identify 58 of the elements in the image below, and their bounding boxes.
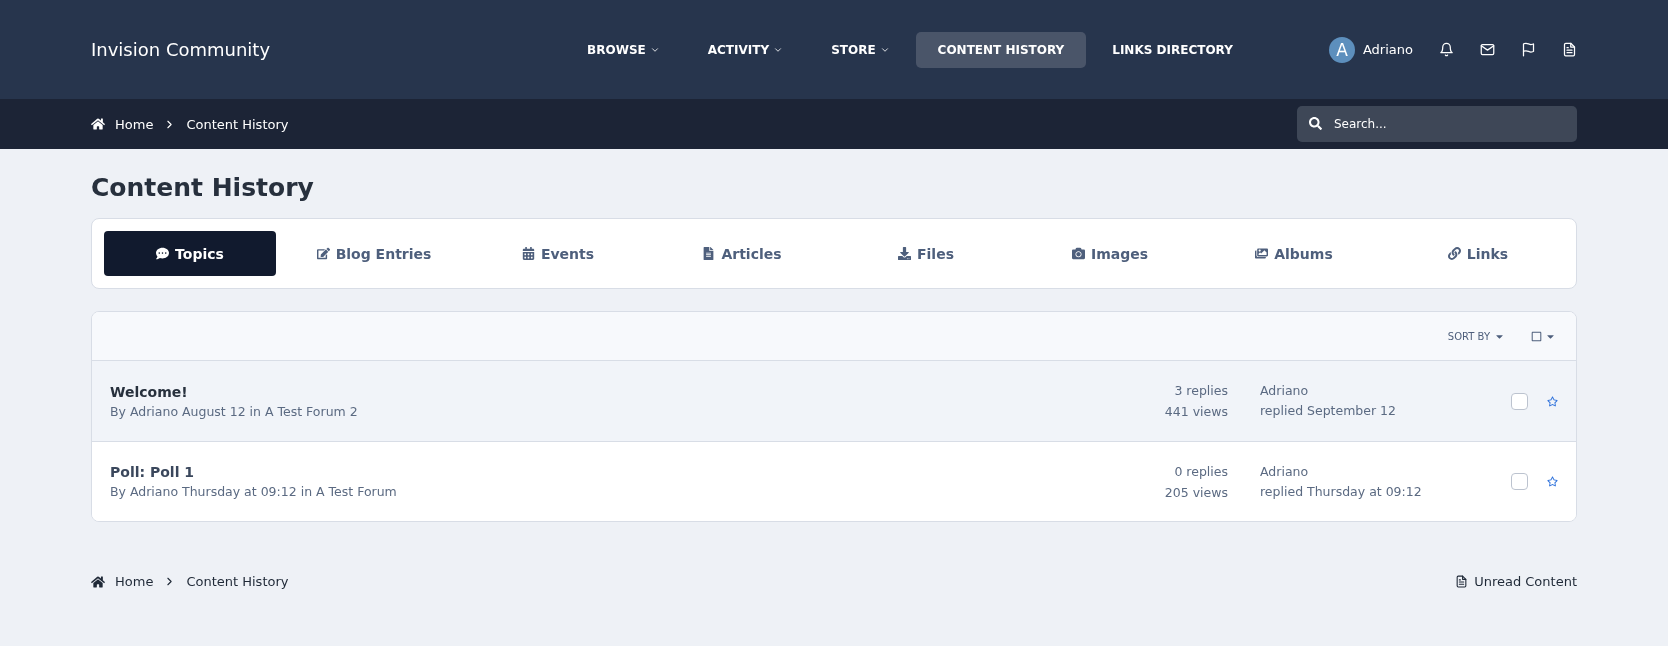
breadcrumb-link[interactable]: Home [115, 574, 154, 589]
topic-meta: By Adriano Thursday at 09:12 in A Test Forum [110, 484, 398, 499]
document-icon [702, 247, 716, 260]
topic-meta: By Adriano August 12 in A Test Forum 2 [110, 403, 359, 419]
breadcrumb-link[interactable]: Content History [186, 574, 289, 589]
content-tab[interactable]: Links [1392, 231, 1564, 276]
document-icon [1455, 575, 1469, 588]
speech-bubble-icon [156, 247, 170, 260]
envelope-icon[interactable] [1480, 42, 1495, 57]
search-icon [1309, 117, 1322, 130]
view-count: 205 views [1163, 483, 1228, 502]
select-all-menu[interactable] [1531, 330, 1556, 342]
nav-tab[interactable]: BROWSE [565, 31, 682, 68]
user-avatar: A [1328, 36, 1355, 63]
nav-tab[interactable]: STORE [809, 31, 912, 68]
flag-icon[interactable] [1521, 42, 1536, 57]
content-tab[interactable]: Events [472, 231, 644, 276]
content-tab[interactable]: Topics [104, 231, 276, 276]
view-count: 441 views [1163, 403, 1228, 421]
topic-title[interactable]: Welcome! [110, 383, 1088, 400]
sort-menu[interactable]: SORT BY [1447, 330, 1505, 342]
nav-tab[interactable]: LINKS DIRECTORY [1090, 31, 1255, 68]
unread-content-link[interactable]: Unread Content [1455, 574, 1577, 589]
content-tab[interactable]: Blog Entries [288, 231, 460, 276]
topic-title[interactable]: Poll: Poll 1 [110, 464, 1088, 480]
home-icon [91, 117, 105, 131]
checkbox-icon [1531, 330, 1542, 342]
page-title: Content History [91, 173, 315, 202]
breadcrumb-link[interactable]: Content History [186, 116, 289, 132]
content-tab[interactable]: Files [840, 231, 1012, 276]
last-poster: Adriano [1260, 382, 1310, 400]
content-tab[interactable]: Articles [656, 231, 828, 276]
last-reply-time: replied Thursday at 09:12 [1260, 482, 1423, 501]
pictures-icon [1255, 247, 1269, 260]
reply-count: 0 replies [1173, 462, 1228, 481]
content-tab[interactable]: Albums [1208, 231, 1380, 276]
bell-icon[interactable] [1439, 42, 1454, 57]
calendar-icon [521, 247, 535, 260]
row-checkbox[interactable] [1511, 473, 1528, 490]
home-icon [91, 574, 105, 589]
nav-tab[interactable]: CONTENT HISTORY [915, 31, 1087, 68]
site-title[interactable]: Invision Community [91, 39, 411, 60]
download-icon [898, 247, 911, 260]
nav-tab[interactable]: ACTIVITY [685, 31, 806, 68]
user-menu[interactable]: A Adriano [1328, 36, 1413, 63]
reply-count: 3 replies [1173, 382, 1228, 400]
star-icon[interactable] [1547, 476, 1558, 487]
breadcrumb-link[interactable]: Home [115, 116, 154, 132]
camera-icon [1071, 247, 1085, 260]
last-reply-time: replied September 12 [1260, 402, 1397, 420]
search-field[interactable]: Search... [1297, 106, 1577, 142]
star-icon[interactable] [1547, 395, 1558, 407]
edit-icon [316, 247, 330, 260]
link-icon [1447, 247, 1461, 260]
document-icon[interactable] [1562, 42, 1577, 57]
row-checkbox[interactable] [1511, 392, 1528, 410]
content-tab[interactable]: Images [1024, 231, 1196, 276]
last-poster: Adriano [1260, 462, 1310, 481]
